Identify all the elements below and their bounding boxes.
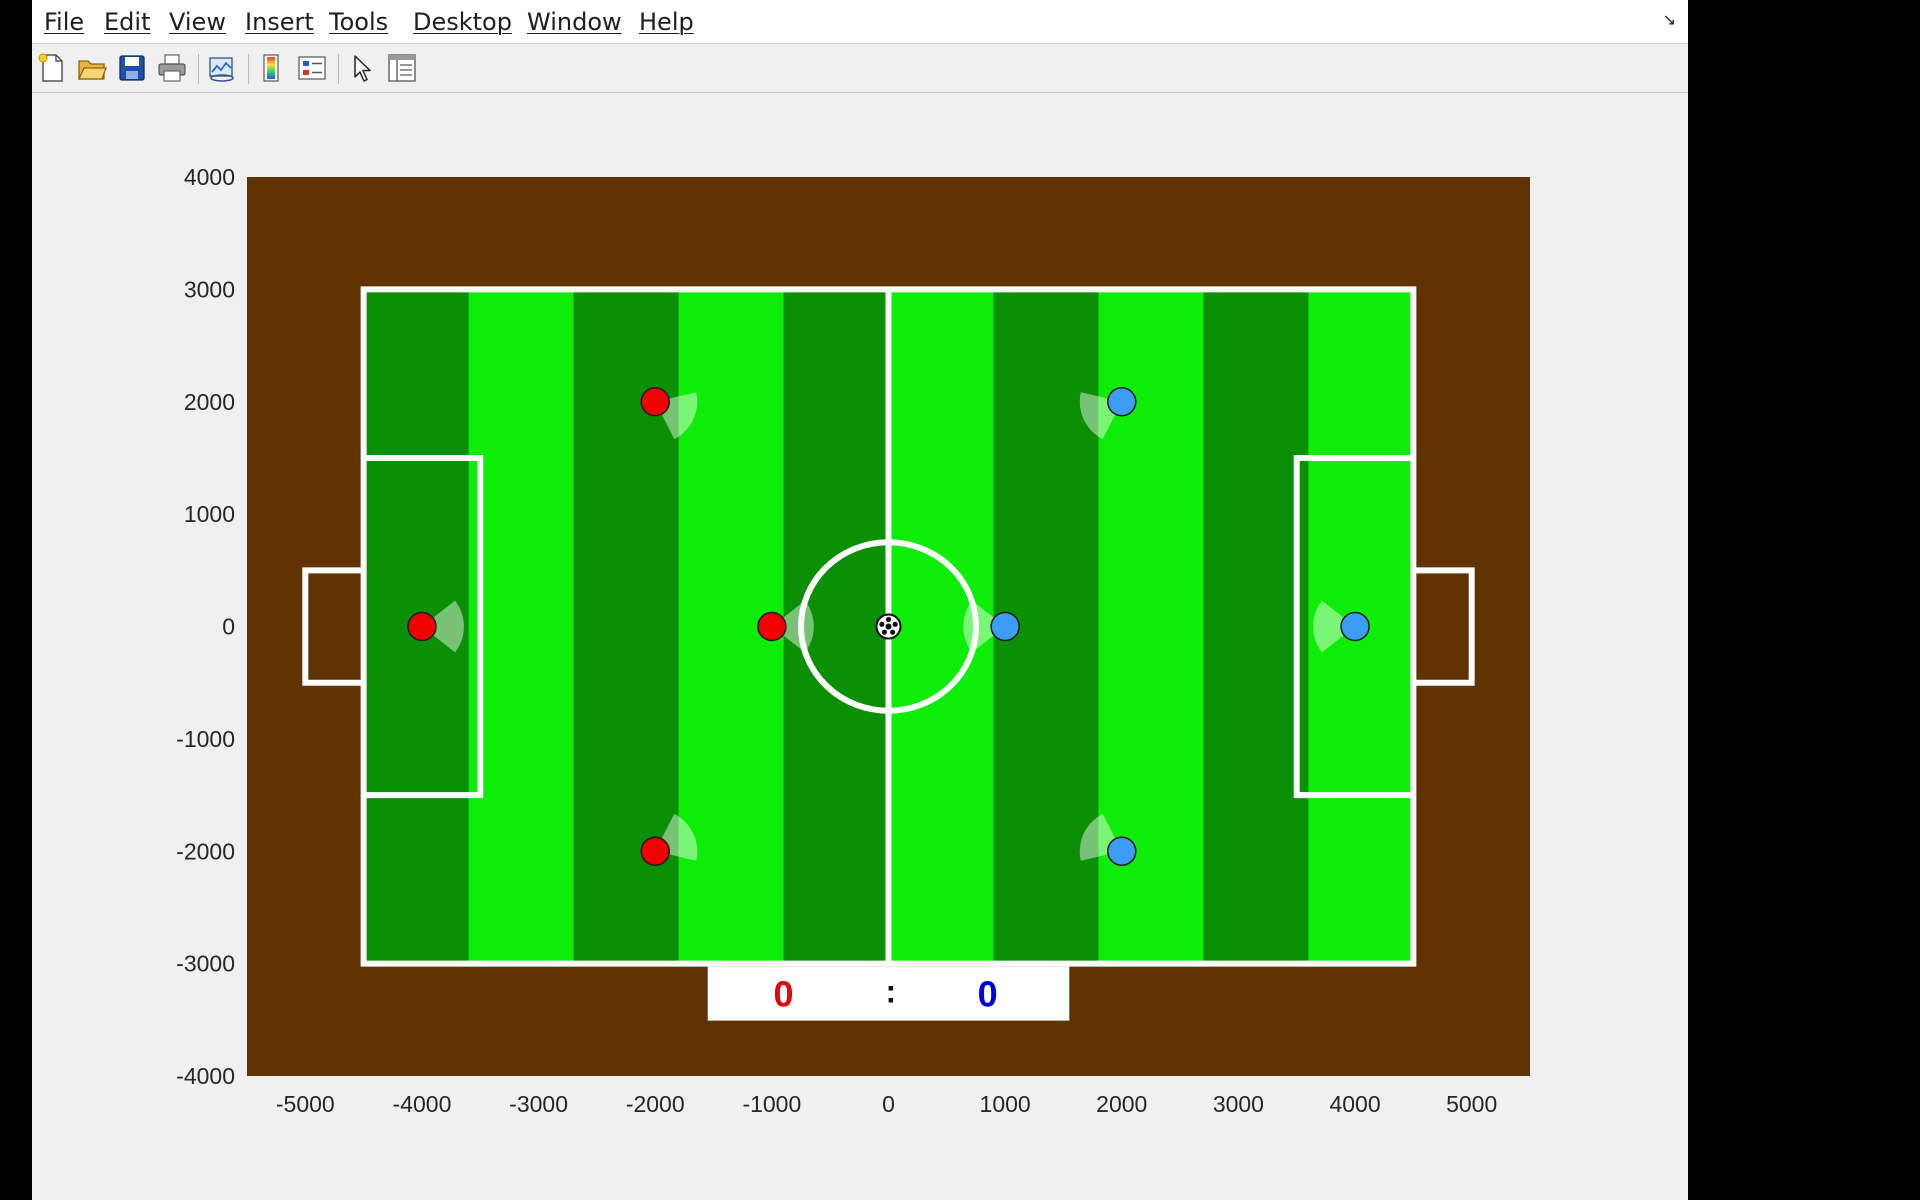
ball-patch — [885, 616, 892, 623]
colorbar-icon[interactable] — [256, 52, 288, 84]
toolbar-separator — [338, 54, 339, 84]
robot-body[interactable] — [640, 836, 670, 866]
x-tick-label: 3000 — [1213, 1091, 1264, 1117]
link-plot-icon[interactable] — [206, 52, 238, 84]
ball-patch — [879, 621, 885, 627]
x-tick-label: 0 — [882, 1091, 895, 1117]
menu-file[interactable]: File — [44, 8, 84, 36]
menu-bar: File Edit View Insert Tools Desktop Wind… — [32, 0, 1688, 44]
x-tick-label: 1000 — [980, 1091, 1031, 1117]
dock-figure-icon[interactable]: ↘ — [1663, 10, 1676, 30]
x-tick-label: -1000 — [742, 1091, 801, 1117]
robot-body[interactable] — [1107, 387, 1137, 417]
print-icon[interactable] — [156, 52, 188, 84]
figure-canvas[interactable]: 0: 0 -5000 -4000 -3000 -2000 -1000 0 1000 2000 30… — [32, 93, 1688, 1200]
y-tick-label: 3000 — [184, 276, 235, 302]
open-folder-icon[interactable] — [76, 52, 108, 84]
property-inspector-icon[interactable] — [386, 52, 418, 84]
menu-edit[interactable]: Edit — [104, 8, 150, 36]
soccer-field-axes[interactable]: 0: 0 — [247, 177, 1530, 1076]
score-separator: : — [886, 974, 897, 1010]
x-axis-ticks: -5000 -4000 -3000 -2000 -1000 0 1000 2000 3000 40… — [276, 1091, 1497, 1117]
grass-stripe — [468, 289, 575, 964]
x-tick-label: -2000 — [626, 1091, 685, 1117]
new-file-icon[interactable] — [36, 52, 68, 84]
x-tick-label: -3000 — [509, 1091, 568, 1117]
menu-insert[interactable]: Insert — [245, 8, 314, 36]
robot-body[interactable] — [407, 611, 437, 642]
ball-patch — [881, 629, 887, 635]
ball-patch — [892, 621, 898, 627]
ball-patch — [890, 629, 896, 635]
grass-stripe — [1203, 289, 1309, 964]
legend-icon[interactable] — [296, 52, 328, 84]
scoreboard: 0: 0 — [707, 966, 1070, 1021]
robot-body[interactable] — [757, 611, 787, 642]
figure-toolbar — [32, 44, 1688, 93]
y-tick-label: 4000 — [184, 164, 235, 190]
robot-body[interactable] — [990, 611, 1020, 642]
red-score: 0 — [774, 974, 794, 1015]
y-tick-label: 0 — [222, 614, 235, 640]
y-tick-label: -2000 — [176, 838, 235, 864]
menu-tools[interactable]: Tools — [329, 8, 388, 36]
x-tick-label: 4000 — [1329, 1091, 1380, 1117]
toolbar-separator — [248, 54, 249, 84]
pointer-icon[interactable] — [346, 52, 378, 84]
save-icon[interactable] — [116, 52, 148, 84]
soccer-ball-icon[interactable] — [875, 613, 902, 640]
menu-window[interactable]: Window — [527, 8, 622, 36]
y-axis-ticks: 4000 3000 2000 1000 0 -1000 -2000 -3000 -4000 — [176, 164, 235, 1089]
toolbar-separator — [198, 54, 199, 84]
robot-body[interactable] — [1340, 611, 1370, 642]
y-tick-label: -4000 — [176, 1063, 235, 1089]
x-tick-label: -4000 — [393, 1091, 452, 1117]
y-tick-label: -1000 — [176, 726, 235, 752]
robot-body[interactable] — [640, 387, 670, 417]
x-tick-label: 2000 — [1096, 1091, 1147, 1117]
blue-score: 0 — [978, 974, 998, 1015]
menu-view[interactable]: View — [169, 8, 226, 36]
y-tick-label: -3000 — [176, 951, 235, 977]
robot-body[interactable] — [1107, 836, 1137, 866]
y-tick-label: 2000 — [184, 389, 235, 415]
menu-help[interactable]: Help — [639, 8, 694, 36]
x-tick-label: -5000 — [276, 1091, 335, 1117]
figure-window: File Edit View Insert Tools Desktop Wind… — [32, 0, 1688, 1200]
y-tick-label: 1000 — [184, 501, 235, 527]
x-tick-label: 5000 — [1446, 1091, 1497, 1117]
menu-desktop[interactable]: Desktop — [413, 8, 512, 36]
ball-patch — [885, 623, 892, 630]
